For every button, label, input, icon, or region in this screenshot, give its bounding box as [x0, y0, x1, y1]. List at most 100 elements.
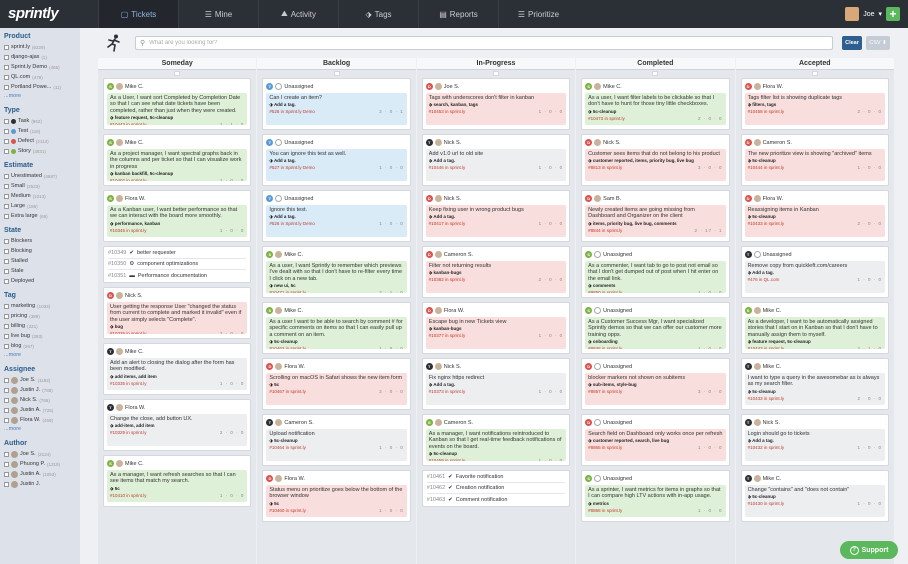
- ticket-tags[interactable]: ⬗ 5c-cleanup: [748, 158, 882, 164]
- filter-item[interactable]: Joe S. (2124): [4, 449, 76, 459]
- ticket-title[interactable]: Reassigning items in Kanban: [748, 207, 882, 213]
- ticket-id-link[interactable]: #8865 in sprint.ly: [588, 445, 622, 450]
- checkbox[interactable]: [4, 397, 9, 403]
- add-item-button[interactable]: +: [886, 7, 900, 21]
- ticket-card[interactable]: T Cameron S. Upload notification ⬗ 5c-clean…: [262, 414, 411, 466]
- filter-item[interactable]: Justin A. (1053): [4, 469, 76, 479]
- filter-item[interactable]: Task (962): [4, 116, 76, 126]
- ticket-title[interactable]: Can I create an item?: [269, 95, 403, 101]
- ticket-tags[interactable]: ⬗ onboarding: [588, 339, 722, 345]
- ticket-card[interactable]: S Mike C. As a manager, I want refresh sea…: [103, 455, 252, 507]
- checkbox[interactable]: [4, 148, 9, 154]
- tag-list[interactable]: kanban-bugs: [434, 270, 462, 275]
- assignee-name[interactable]: Unassigned: [603, 420, 632, 426]
- ticket-title[interactable]: Keep fixing user in wrong product bugs: [429, 207, 563, 213]
- filter-label[interactable]: Justin J.: [20, 481, 40, 487]
- ticket-title[interactable]: Add v1.0 url to old site: [429, 151, 563, 157]
- ticket-title[interactable]: Scrolling on macOS in Safari shows the n…: [269, 375, 403, 381]
- tag-list[interactable]: Add a tag.: [752, 270, 774, 275]
- subitem-row[interactable]: #10461 ✔ Favorite notification: [426, 472, 566, 483]
- ticket-card[interactable]: D Unassigned blocker markers not shown on …: [581, 358, 730, 410]
- ticket-card[interactable]: D Flora W. Escape bug in new Tickets view ⬗…: [421, 302, 571, 354]
- checkbox[interactable]: [4, 118, 9, 124]
- tag-list[interactable]: Add a tag.: [433, 382, 455, 387]
- assignee-name[interactable]: Unassigned: [603, 476, 632, 482]
- ticket-card[interactable]: S Mike C. As a user I want to be able to s…: [262, 302, 411, 354]
- ticket-tags[interactable]: ⬗ 5c-cleanup: [588, 109, 722, 115]
- filter-label[interactable]: Blocking: [11, 248, 32, 254]
- ticket-id-link[interactable]: #8844 in sprint.ly: [588, 228, 622, 233]
- avatar[interactable]: [594, 195, 602, 202]
- avatar[interactable]: [434, 251, 442, 258]
- app-logo[interactable]: sprintly: [8, 5, 88, 23]
- avatar[interactable]: [434, 419, 442, 426]
- ticket-card[interactable]: T Unassigned You can ignore this test as w…: [262, 134, 411, 186]
- ticket-card[interactable]: S Unassigned As a commenter, I want tab to…: [581, 246, 730, 298]
- filter-item[interactable]: Medium (1013): [4, 191, 76, 201]
- assignee-name[interactable]: Unassigned: [284, 140, 313, 146]
- avatar[interactable]: [275, 363, 283, 370]
- ticket-title[interactable]: Add an alert to closing the dialog after…: [110, 360, 244, 373]
- avatar[interactable]: [275, 139, 283, 146]
- assignee-name[interactable]: Flora W.: [125, 196, 145, 202]
- avatar[interactable]: [594, 251, 602, 258]
- filter-label[interactable]: Joe S.: [20, 377, 36, 383]
- assignee-name[interactable]: Flora W.: [284, 364, 304, 370]
- ticket-card[interactable]: D Nick S. Keep fixing user in wrong produc…: [421, 190, 571, 242]
- checkbox[interactable]: [4, 238, 9, 244]
- ticket-title[interactable]: Change "contains" and "does not contain": [748, 487, 882, 493]
- collapse-icon[interactable]: [333, 71, 340, 76]
- ticket-id-link[interactable]: #10433 in sprint.ly: [748, 396, 785, 401]
- tag-list[interactable]: Add a tag.: [752, 438, 774, 443]
- filter-label[interactable]: Nick S.: [20, 397, 37, 403]
- tag-list[interactable]: Add a tag.: [274, 214, 296, 219]
- ticket-title[interactable]: As a sprinter, I want metrics for items …: [588, 487, 722, 500]
- ticket-title[interactable]: Tags filter list is showing duplicate ta…: [748, 95, 882, 101]
- ticket-tags[interactable]: ⬗ 5c: [269, 382, 403, 388]
- filter-item[interactable]: Phuong P. (1219): [4, 459, 76, 469]
- filter-item[interactable]: django-ajax (1): [4, 52, 76, 62]
- filter-label[interactable]: pricing: [11, 313, 27, 319]
- ticket-tags[interactable]: ⬗ Add a tag.: [429, 158, 563, 164]
- checkbox[interactable]: [4, 173, 9, 179]
- assignee-name[interactable]: Cameron S.: [444, 420, 473, 426]
- ticket-id-link[interactable]: #10329 in sprint.ly: [110, 430, 147, 435]
- ticket-title[interactable]: Login should go to tickets: [748, 431, 882, 437]
- checkbox[interactable]: [4, 193, 9, 199]
- ticket-title[interactable]: Filter not returning results: [429, 263, 563, 269]
- subitem-row[interactable]: #10351 ▬ Performance documentation: [108, 270, 246, 281]
- ticket-tags[interactable]: ⬗ Add a tag.: [429, 214, 563, 220]
- filter-label[interactable]: Defect: [18, 138, 34, 144]
- ticket-card[interactable]: T Nick S. Fix nginx https redirect ⬗ Add a …: [421, 358, 571, 410]
- filter-item[interactable]: pricing (389): [4, 311, 76, 321]
- ticket-tags[interactable]: ⬗ 5c: [269, 501, 403, 507]
- checkbox[interactable]: [4, 461, 9, 467]
- assignee-name[interactable]: Flora W.: [284, 476, 304, 482]
- avatar[interactable]: [434, 139, 442, 146]
- avatar[interactable]: [594, 307, 602, 314]
- ticket-tags[interactable]: ⬗ Add a tag.: [748, 438, 882, 444]
- checkbox[interactable]: [4, 481, 9, 487]
- ticket-card[interactable]: S Unassigned As a Customer Success Mgr, I …: [581, 302, 730, 354]
- filter-label[interactable]: marketing: [11, 303, 35, 309]
- subitem-title[interactable]: Favorite notification: [456, 474, 504, 480]
- ticket-card[interactable]: T Unassigned Remove copy from quickleft.co…: [740, 246, 889, 298]
- ticket-tags[interactable]: ⬗ 5c-cleanup: [429, 451, 563, 457]
- filter-label[interactable]: Large: [11, 203, 25, 209]
- filter-label[interactable]: Unestimated: [11, 173, 42, 179]
- more-link[interactable]: ...more: [4, 352, 76, 358]
- filter-item[interactable]: Defect (2112): [4, 136, 76, 146]
- subitem-title[interactable]: component optimizations: [137, 261, 198, 267]
- assignee-name[interactable]: Nick S.: [444, 364, 461, 370]
- tag-list[interactable]: feature request, 5c-cleanup: [752, 339, 811, 344]
- filter-item[interactable]: Sprint.ly Demo (465): [4, 62, 76, 72]
- ticket-id-link[interactable]: #10382 in sprint.ly: [429, 277, 466, 282]
- tab-activity[interactable]: ⛰ Activity: [258, 0, 338, 28]
- filter-label[interactable]: live bug: [11, 333, 30, 339]
- assignee-name[interactable]: Mike C.: [125, 140, 144, 146]
- filter-item[interactable]: Large (186): [4, 201, 76, 211]
- ticket-title[interactable]: As a commenter, I want tab to go to post…: [588, 263, 722, 282]
- ticket-id-link[interactable]: #10453 in sprint.ly: [429, 109, 466, 114]
- filter-item[interactable]: Justin J.: [4, 479, 76, 489]
- tag-list[interactable]: comments: [593, 283, 616, 288]
